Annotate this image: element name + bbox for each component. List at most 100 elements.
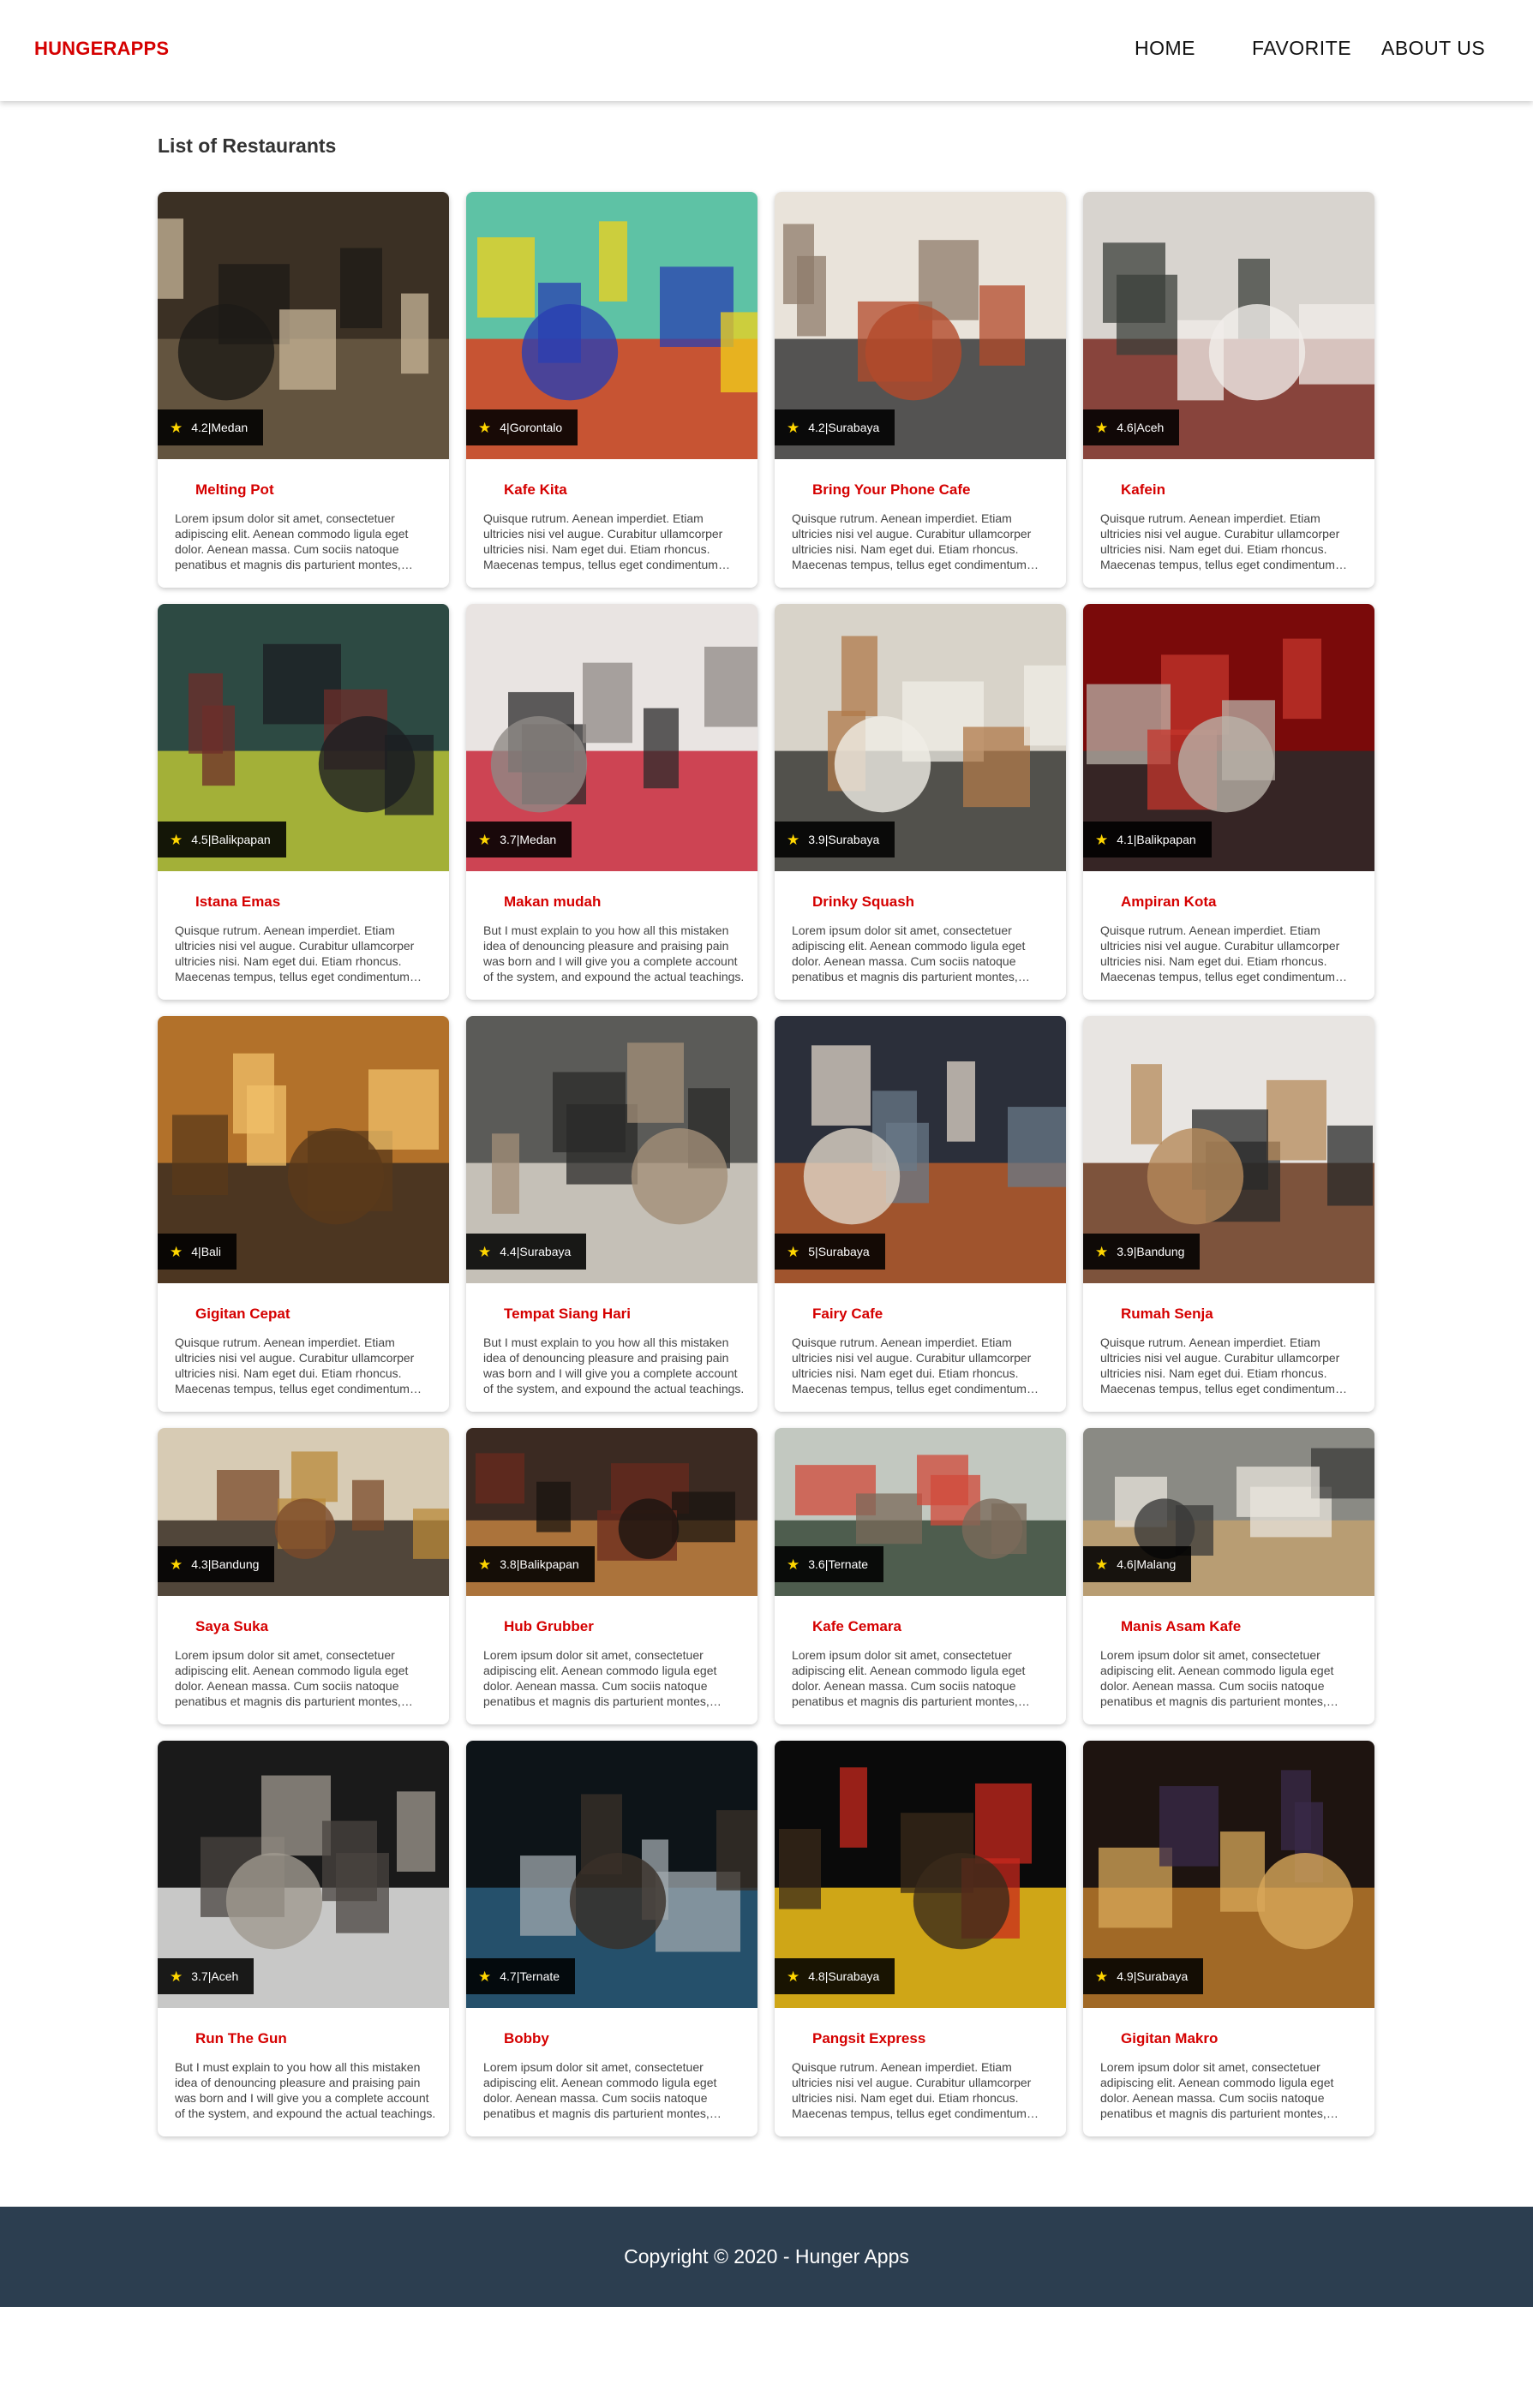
restaurant-description: Quisque rutrum. Aenean imperdiet. Etiam … [1100,1335,1340,1395]
restaurant-card[interactable]: ★ 4 | Gorontalo Kafe Kita Quisque rutrum. A… [466,192,758,588]
restaurant-card[interactable]: ★ 4.9 | Surabaya Gigitan Makro Lorem ipsum … [1083,1741,1374,2136]
star-icon: ★ [170,1968,183,1985]
restaurant-name[interactable]: Bobby [504,2030,549,2047]
restaurant-card[interactable]: ★ 4.8 | Surabaya Pangsit Express Quisque ru… [775,1741,1066,2136]
restaurant-card[interactable]: ★ 5 | Surabaya Fairy Cafe Quisque rutrum. A… [775,1016,1066,1412]
restaurant-card[interactable]: ★ 4.5 | Balikpapan Istana Emas Quisque rutr… [158,604,449,1000]
restaurant-name[interactable]: Melting Pot [195,481,274,499]
restaurant-description: Lorem ipsum dolor sit amet, consectetuer… [1100,1648,1334,1708]
app-bar: HUNGERAPPS HOME FAVORITE ABOUT US [0,0,1533,101]
restaurant-name[interactable]: Kafe Kita [504,481,567,499]
nav-link-about[interactable]: ABOUT US [1381,37,1485,60]
restaurant-name[interactable]: Istana Emas [195,893,280,911]
star-icon: ★ [787,419,800,436]
restaurant-description: Quisque rutrum. Aenean imperdiet. Etiam … [1100,511,1340,571]
restaurant-description: Lorem ipsum dolor sit amet, consectetuer… [1100,2060,1334,2120]
restaurant-card[interactable]: ★ 4 | Bali Gigitan Cepat Quisque rutrum. Ae… [158,1016,449,1412]
city-label: Balikpapan [1136,833,1196,846]
city-label: Aceh [1136,421,1165,434]
star-icon: ★ [1095,1243,1109,1260]
city-label: Balikpapan [519,1557,579,1571]
restaurant-description: Lorem ipsum dolor sit amet, consectetuer… [792,923,1026,983]
copyright-text: Copyright © 2020 - Hunger Apps [624,2245,909,2268]
restaurant-description: But I must explain to you how all this m… [483,923,745,983]
restaurant-name[interactable]: Bring Your Phone Cafe [812,481,971,499]
restaurant-name[interactable]: Kafein [1121,481,1165,499]
restaurant-name[interactable]: Drinky Squash [812,893,914,911]
restaurant-name[interactable]: Gigitan Cepat [195,1306,290,1323]
restaurant-name[interactable]: Kafe Cemara [812,1618,901,1635]
restaurant-name[interactable]: Rumah Senja [1121,1306,1213,1323]
restaurant-description: Quisque rutrum. Aenean imperdiet. Etiam … [792,511,1032,571]
rating-badge: ★ 3.9 | Bandung [1083,1234,1201,1270]
star-icon: ★ [787,1556,800,1573]
rating-value: 4.3 [191,1557,208,1571]
restaurant-description: Lorem ipsum dolor sit amet, consectetuer… [792,1648,1026,1708]
rating-badge: ★ 5 | Surabaya [775,1234,885,1270]
rating-badge: ★ 4.1 | Balikpapan [1083,822,1212,857]
rating-value: 3.6 [808,1557,825,1571]
page-title: List of Restaurants [158,134,337,157]
restaurant-card[interactable]: ★ 3.8 | Balikpapan Hub Grubber Lorem ipsum … [466,1428,758,1724]
rating-value: 3.9 [808,833,825,846]
rating-badge: ★ 4.5 | Balikpapan [158,822,286,857]
restaurant-card[interactable]: ★ 3.7 | Aceh Run The Gun But I must explain… [158,1741,449,2136]
restaurant-description: Quisque rutrum. Aenean imperdiet. Etiam … [175,1335,415,1395]
star-icon: ★ [1095,1556,1109,1573]
restaurant-card[interactable]: ★ 4.2 | Surabaya Bring Your Phone Cafe Quis… [775,192,1066,588]
rating-badge: ★ 4 | Bali [158,1234,237,1270]
star-icon: ★ [478,831,492,848]
restaurant-card[interactable]: ★ 4.7 | Ternate Bobby Lorem ipsum dolor sit… [466,1741,758,2136]
restaurant-name[interactable]: Hub Grubber [504,1618,594,1635]
rating-value: 4 [191,1245,199,1258]
restaurant-card[interactable]: ★ 3.9 | Surabaya Drinky Squash Lorem ipsum … [775,604,1066,1000]
star-icon: ★ [787,1243,800,1260]
rating-badge: ★ 4.4 | Surabaya [466,1234,587,1270]
restaurant-description: Quisque rutrum. Aenean imperdiet. Etiam … [792,1335,1032,1395]
restaurant-card[interactable]: ★ 4.6 | Malang Manis Asam Kafe Lorem ipsum … [1083,1428,1374,1724]
rating-value: 4.7 [500,1969,517,1983]
restaurant-name[interactable]: Pangsit Express [812,2030,925,2047]
restaurant-description: Lorem ipsum dolor sit amet, consectetuer… [175,511,409,571]
city-label: Balikpapan [211,833,271,846]
city-label: Medan [519,833,557,846]
star-icon: ★ [478,1243,492,1260]
star-icon: ★ [1095,831,1109,848]
rating-badge: ★ 4.6 | Aceh [1083,409,1180,445]
restaurant-description: Quisque rutrum. Aenean imperdiet. Etiam … [483,511,723,571]
rating-badge: ★ 3.8 | Balikpapan [466,1546,595,1582]
restaurant-name[interactable]: Gigitan Makro [1121,2030,1218,2047]
star-icon: ★ [478,1968,492,1985]
restaurant-name[interactable]: Ampiran Kota [1121,893,1216,911]
restaurant-name[interactable]: Saya Suka [195,1618,268,1635]
restaurant-name[interactable]: Makan mudah [504,893,601,911]
nav-link-favorite[interactable]: FAVORITE [1252,37,1351,60]
restaurant-description: Lorem ipsum dolor sit amet, consectetuer… [175,1648,409,1708]
restaurant-name[interactable]: Fairy Cafe [812,1306,883,1323]
restaurant-card[interactable]: ★ 3.7 | Medan Makan mudah But I must explai… [466,604,758,1000]
brand-logo[interactable]: HUNGERAPPS [34,38,169,60]
rating-badge: ★ 3.9 | Surabaya [775,822,895,857]
rating-value: 4.1 [1117,833,1134,846]
star-icon: ★ [787,1968,800,1985]
restaurant-card[interactable]: ★ 4.4 | Surabaya Tempat Siang Hari But I mu… [466,1016,758,1412]
restaurant-card[interactable]: ★ 3.6 | Ternate Kafe Cemara Lorem ipsum dol… [775,1428,1066,1724]
rating-value: 5 [808,1245,816,1258]
restaurant-name[interactable]: Run The Gun [195,2030,287,2047]
star-icon: ★ [170,1243,183,1260]
restaurant-description: Quisque rutrum. Aenean imperdiet. Etiam … [1100,923,1340,983]
rating-badge: ★ 4 | Gorontalo [466,409,578,445]
restaurant-card[interactable]: ★ 4.1 | Balikpapan Ampiran Kota Quisque rut… [1083,604,1374,1000]
restaurant-card[interactable]: ★ 4.3 | Bandung Saya Suka Lorem ipsum dolor… [158,1428,449,1724]
restaurant-name[interactable]: Tempat Siang Hari [504,1306,631,1323]
restaurant-name[interactable]: Manis Asam Kafe [1121,1618,1241,1635]
restaurant-card[interactable]: ★ 4.6 | Aceh Kafein Quisque rutrum. Aenean … [1083,192,1374,588]
city-label: Ternate [828,1557,869,1571]
rating-value: 4.4 [500,1245,517,1258]
rating-badge: ★ 3.7 | Aceh [158,1958,255,1994]
nav-link-home[interactable]: HOME [1135,37,1195,60]
restaurant-card[interactable]: ★ 3.9 | Bandung Rumah Senja Quisque rutrum.… [1083,1016,1374,1412]
rating-badge: ★ 4.8 | Surabaya [775,1958,895,1994]
footer: Copyright © 2020 - Hunger Apps [0,2207,1533,2307]
restaurant-card[interactable]: ★ 4.2 | Medan Melting Pot Lorem ipsum dolor… [158,192,449,588]
